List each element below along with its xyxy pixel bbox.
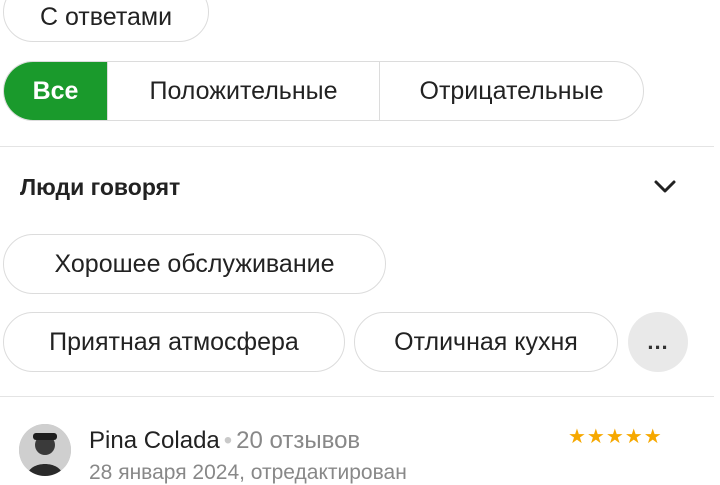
people-say-title: Люди говорят — [20, 174, 181, 200]
chevron-down-icon[interactable] — [651, 176, 679, 198]
star-rating: ★★★★★ — [568, 426, 663, 448]
avatar[interactable] — [19, 424, 71, 476]
tag-label: Приятная атмосфера — [49, 327, 299, 356]
divider — [0, 146, 714, 147]
divider — [0, 396, 714, 397]
segment-positive-label: Положительные — [149, 76, 338, 105]
more-tags-button[interactable]: ... — [628, 312, 688, 372]
segment-positive[interactable]: Положительные — [107, 62, 379, 120]
tag-pleasant-atmosphere[interactable]: Приятная атмосфера — [3, 312, 345, 372]
segment-negative-label: Отрицательные — [419, 76, 604, 105]
segment-all[interactable]: Все — [4, 62, 107, 120]
review-date: 28 января 2024, отредактирован — [89, 461, 407, 484]
avatar-photo — [19, 424, 71, 476]
tag-label: Хорошее обслуживание — [54, 249, 335, 278]
with-answers-label: С ответами — [39, 2, 173, 31]
tag-label: Отличная кухня — [394, 327, 578, 356]
review-author-line: Pina Colada • 20 отзывов — [89, 427, 360, 455]
review-filter-segments: Все Положительные Отрицательные — [3, 61, 644, 121]
more-label: ... — [647, 329, 669, 354]
segment-negative[interactable]: Отрицательные — [379, 62, 643, 120]
author-name[interactable]: Pina Colada — [89, 427, 220, 454]
separator-dot: • — [223, 427, 233, 454]
author-review-count: 20 отзывов — [236, 427, 361, 454]
tag-excellent-cuisine[interactable]: Отличная кухня — [354, 312, 618, 372]
tag-good-service[interactable]: Хорошее обслуживание — [3, 234, 386, 294]
with-answers-chip[interactable]: С ответами — [3, 0, 209, 42]
segment-all-label: Все — [32, 76, 79, 105]
